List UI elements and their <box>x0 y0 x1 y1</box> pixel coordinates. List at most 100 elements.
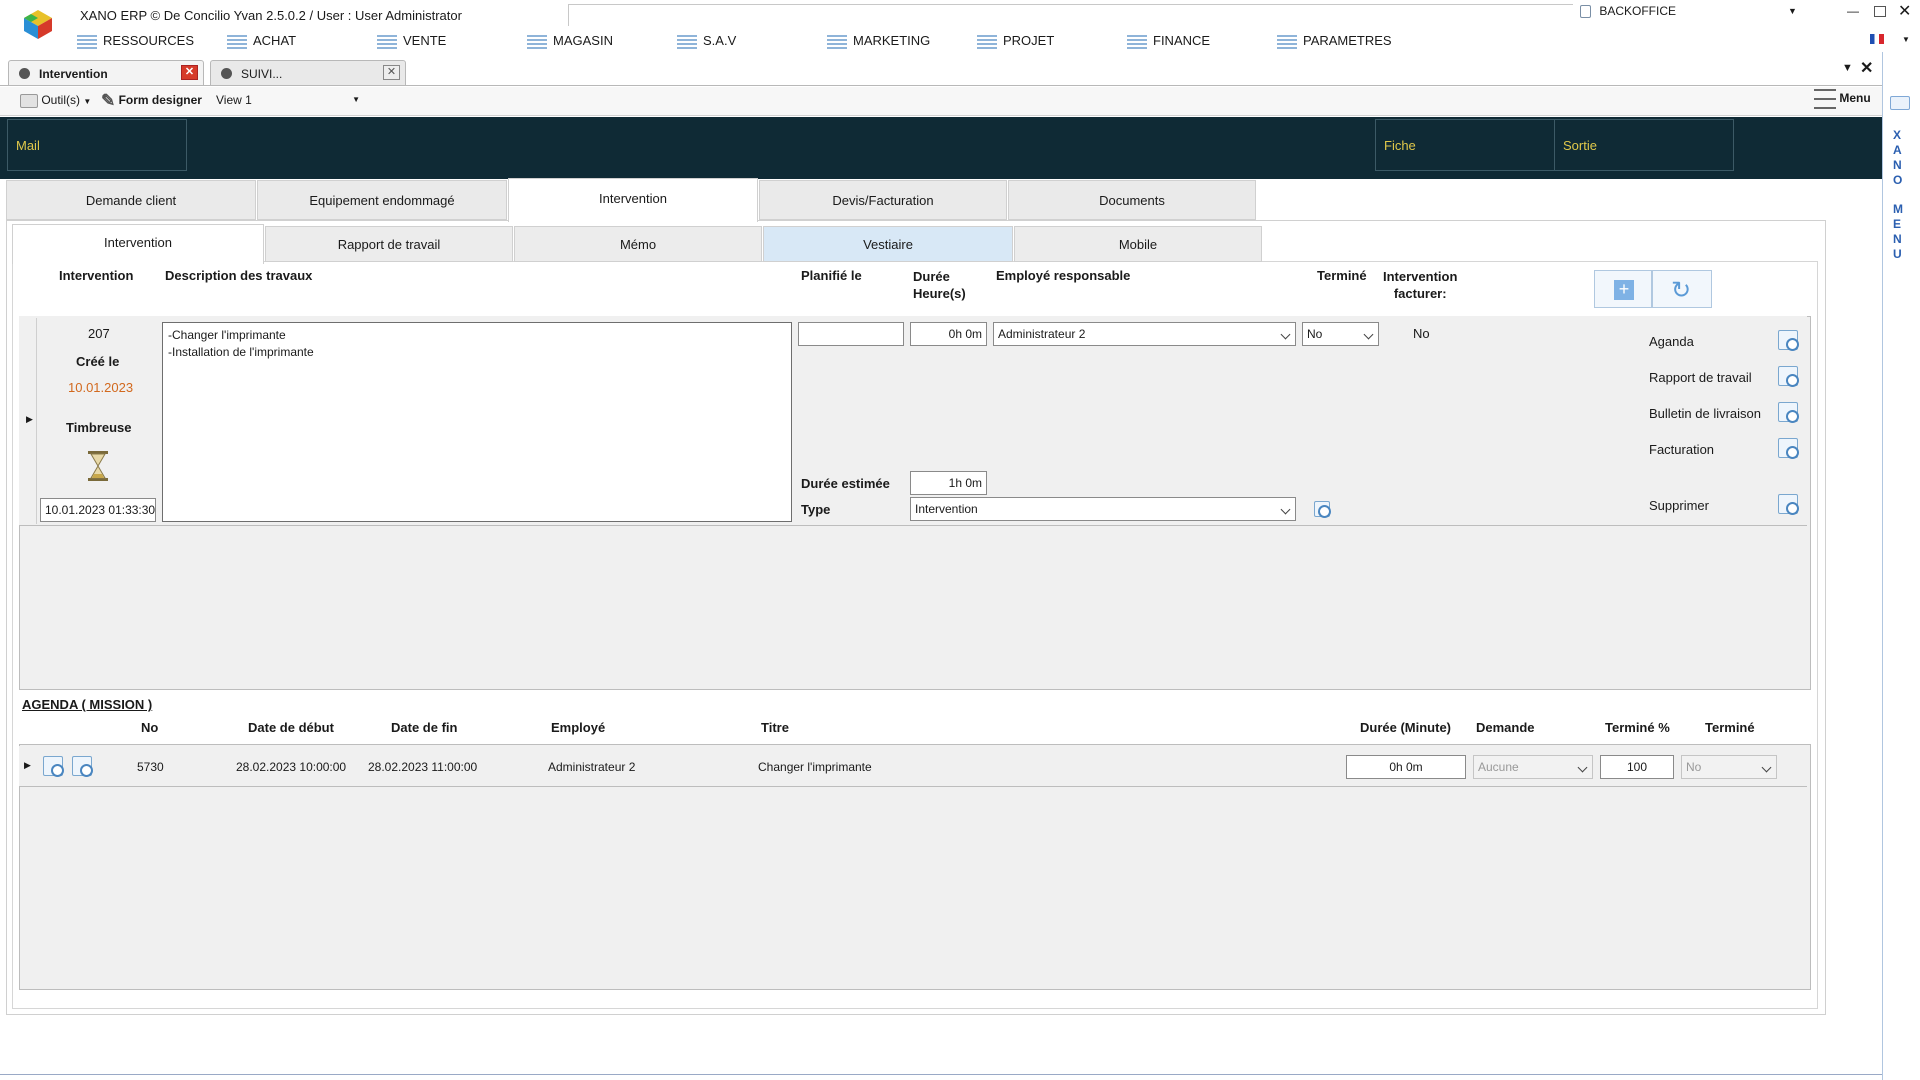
maximize-button[interactable] <box>1874 6 1886 17</box>
minimize-button[interactable]: — <box>1847 4 1861 18</box>
stamp-label: Timbreuse <box>66 420 132 435</box>
header-planned: Planifié le <box>801 268 862 283</box>
sortie-button[interactable]: Sortie <box>1554 119 1734 171</box>
duration-input[interactable]: 0h 0m <box>910 322 987 346</box>
menu-item-finance[interactable]: FINANCE <box>1127 33 1210 49</box>
language-chevron-icon[interactable]: ▼ <box>1902 35 1910 44</box>
close-tab-button[interactable]: ✕ <box>383 65 400 80</box>
action-supprimer[interactable]: Supprimer <box>1649 498 1709 513</box>
side-menu-label[interactable]: M E N U <box>1893 202 1903 262</box>
delete-icon[interactable] <box>1778 494 1799 515</box>
close-tab-button[interactable]: ✕ <box>181 65 198 80</box>
subtab-intervention[interactable]: Intervention <box>12 224 264 264</box>
tab-demande-client[interactable]: Demande client <box>6 180 256 220</box>
menu-item-sav[interactable]: S.A.V <box>677 33 736 49</box>
action-facturation[interactable]: Facturation <box>1649 442 1714 457</box>
document-search-icon[interactable] <box>1778 366 1799 387</box>
backoffice-select[interactable]: BACKOFFICE ▼ <box>1580 4 1800 24</box>
subtab-mobile[interactable]: Mobile <box>1014 226 1262 262</box>
subtab-memo[interactable]: Mémo <box>514 226 762 262</box>
menu-item-magasin[interactable]: MAGASIN <box>527 33 613 49</box>
main-menu-bar: RESSOURCES ACHAT VENTE MAGASIN S.A.V MAR… <box>0 32 1860 52</box>
tab-documents[interactable]: Documents <box>1008 180 1256 220</box>
description-textarea[interactable]: -Changer l'imprimante -Installation de l… <box>162 322 792 522</box>
header-intervention: Intervention <box>59 268 134 283</box>
calendar-icon[interactable] <box>43 756 64 777</box>
planned-date-input[interactable] <box>798 322 904 346</box>
close-window-button[interactable]: ✕ <box>1898 1 1911 21</box>
add-record-button[interactable]: + <box>1594 270 1652 308</box>
backoffice-label: BACKOFFICE <box>1599 4 1677 18</box>
mail-button[interactable]: Mail <box>7 119 187 171</box>
menu-item-achat[interactable]: ACHAT <box>227 33 296 49</box>
agenda-end: 28.02.2023 11:00:00 <box>368 760 478 774</box>
doc-tab-intervention[interactable]: Intervention ✕ <box>8 60 204 86</box>
titlebar-search-area[interactable] <box>568 4 1573 26</box>
language-flag-icon[interactable] <box>1870 34 1884 44</box>
bottom-border <box>0 1074 1882 1075</box>
menu-item-marketing[interactable]: MARKETING <box>827 33 930 49</box>
fiche-button[interactable]: Fiche <box>1375 119 1555 171</box>
agenda-title: AGENDA ( MISSION ) <box>22 697 153 712</box>
estimated-input[interactable]: 1h 0m <box>910 471 987 495</box>
agenda-col-duration: Durée (Minute) <box>1360 720 1451 735</box>
header-duration: Durée Heure(s) <box>913 269 966 301</box>
hamburger-icon <box>1814 89 1836 109</box>
stamp-input[interactable]: 10.01.2023 01:33:30 <box>40 498 156 522</box>
menu-item-projet[interactable]: PROJET <box>977 33 1054 49</box>
record-number: 207 <box>88 326 110 341</box>
menu-lines-icon <box>527 34 547 49</box>
row-selector-icon[interactable]: ▶ <box>24 760 31 771</box>
tools-menu[interactable]: Outil(s) ▼ <box>20 93 91 108</box>
billing-value: No <box>1413 326 1430 341</box>
hourglass-icon[interactable] <box>86 450 110 482</box>
menu-lines-icon <box>77 34 97 49</box>
form-designer-button[interactable]: ✎ Form designer <box>101 91 202 111</box>
menu-lines-icon <box>827 34 847 49</box>
action-bulletin-livraison[interactable]: Bulletin de livraison <box>1649 406 1761 421</box>
type-select[interactable]: Intervention <box>910 497 1296 521</box>
calendar-icon[interactable] <box>1778 330 1799 351</box>
agenda-col-no: No <box>141 720 159 735</box>
type-detail-icon[interactable] <box>1314 501 1331 518</box>
employee-select[interactable]: Administrateur 2 <box>993 322 1296 346</box>
header-billing: Intervention facturer: <box>1383 269 1458 301</box>
doc-tab-suivi[interactable]: SUIVI... ✕ <box>210 60 406 86</box>
row-selector-icon[interactable]: ▶ <box>23 318 37 524</box>
created-label: Créé le <box>76 354 120 369</box>
document-search-icon[interactable] <box>1778 438 1799 459</box>
side-xano-label[interactable]: X A N O <box>1893 128 1902 188</box>
agenda-percent-input[interactable]: 100 <box>1600 755 1674 779</box>
close-all-tabs-icon[interactable]: ✕ <box>1860 58 1873 78</box>
side-panel-icon[interactable] <box>1890 96 1910 110</box>
menu-item-vente[interactable]: VENTE <box>377 33 446 49</box>
subtab-vestiaire[interactable]: Vestiaire <box>763 226 1013 262</box>
agenda-start: 28.02.2023 10:00:00 <box>236 760 347 774</box>
menu-lines-icon <box>977 34 997 49</box>
document-search-icon[interactable] <box>1778 402 1799 423</box>
backoffice-icon <box>1580 5 1591 19</box>
subtab-rapport-travail[interactable]: Rapport de travail <box>265 226 513 262</box>
menu-item-parametres[interactable]: PARAMETRES <box>1277 33 1392 49</box>
done-select[interactable]: No <box>1302 322 1379 346</box>
tab-intervention[interactable]: Intervention <box>508 178 758 222</box>
app-title: XANO ERP © De Concilio Yvan 2.5.0.2 / Us… <box>80 8 462 23</box>
estimated-label: Durée estimée <box>801 476 890 491</box>
tab-devis-facturation[interactable]: Devis/Facturation <box>759 180 1007 220</box>
tab-equipement[interactable]: Equipement endommagé <box>257 180 507 220</box>
agenda-done-select[interactable]: No <box>1681 755 1777 779</box>
agenda-duration-input[interactable]: 0h 0m <box>1346 755 1466 779</box>
calendar-edit-icon[interactable] <box>72 756 93 777</box>
refresh-button[interactable]: ↻ <box>1652 270 1712 308</box>
chevron-down-icon: ▼ <box>1788 6 1797 16</box>
main-menu-button[interactable]: Menu <box>1814 89 1871 109</box>
action-agenda[interactable]: Aganda <box>1649 334 1694 349</box>
agenda-col-title: Titre <box>761 720 789 735</box>
tabs-dropdown-icon[interactable]: ▼ <box>1842 62 1853 74</box>
menu-item-ressources[interactable]: RESSOURCES <box>77 33 194 49</box>
created-date: 10.01.2023 <box>68 380 134 395</box>
agenda-demande-select[interactable]: Aucune <box>1473 755 1593 779</box>
tab-status-icon <box>221 68 232 79</box>
action-rapport-travail[interactable]: Rapport de travail <box>1649 370 1752 385</box>
view-select[interactable]: View 1 ▼ <box>216 93 364 107</box>
